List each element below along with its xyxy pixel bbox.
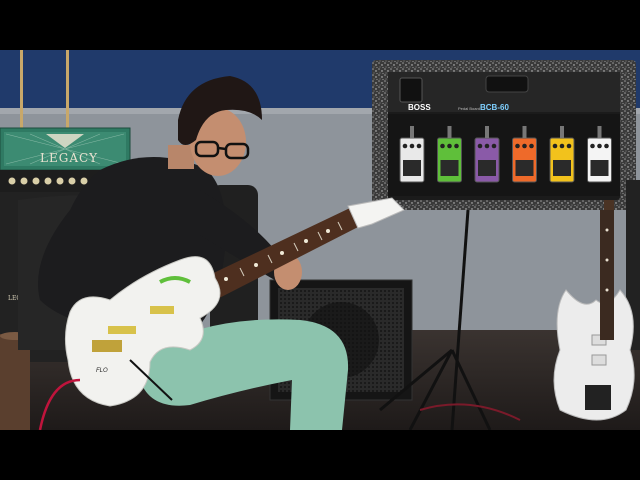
pedal-footswitch (403, 160, 421, 176)
pedalboard: BOSS Pedal Board BCB-60 (372, 60, 636, 210)
pedal-knob (590, 143, 595, 149)
boss-logo: BOSS (408, 103, 431, 112)
pedal-knob (409, 143, 415, 149)
pedal-knob (515, 143, 520, 149)
pedal-knob (566, 143, 572, 149)
pedal-cable (522, 126, 527, 138)
pedal-knob (440, 143, 445, 149)
pedal-footswitch (515, 160, 534, 176)
scene-svg: LEGACY LEGACY BOSS Pedal Board BC (0, 50, 640, 430)
pedal-knob (559, 143, 565, 149)
pedal-knob (597, 143, 602, 149)
pedal-footswitch (440, 160, 459, 176)
pedal-knob (447, 143, 452, 149)
pedal-cable (410, 126, 414, 138)
pedal-knob (491, 143, 497, 149)
pedal-footswitch (553, 160, 571, 176)
board-subtitle: Pedal Board (458, 106, 480, 111)
video-frame: LEGACY LEGACY BOSS Pedal Board BC (0, 50, 640, 430)
pedal-knob (484, 143, 490, 149)
pedal-cable (485, 126, 489, 138)
pedal-knob (522, 143, 527, 149)
pedal-knob (552, 143, 558, 149)
pedal-cable (597, 126, 602, 138)
pedal-knob (402, 143, 408, 149)
pedal-knob (477, 143, 483, 149)
pedal-knob (416, 143, 422, 149)
pedal-footswitch (478, 160, 496, 176)
pedal-knob (454, 143, 459, 149)
pedal-cable (560, 126, 564, 138)
pedal-footswitch (590, 160, 609, 176)
pedal-knob (604, 143, 609, 149)
pedal-knob (529, 143, 534, 149)
top-letterbox (0, 0, 640, 50)
board-model: BCB-60 (480, 103, 509, 112)
guitar-body-text: FLO (96, 368, 108, 374)
bottom-letterbox (0, 430, 640, 480)
amp-brand: LEGACY (40, 151, 98, 165)
pedal-cable (447, 126, 452, 138)
